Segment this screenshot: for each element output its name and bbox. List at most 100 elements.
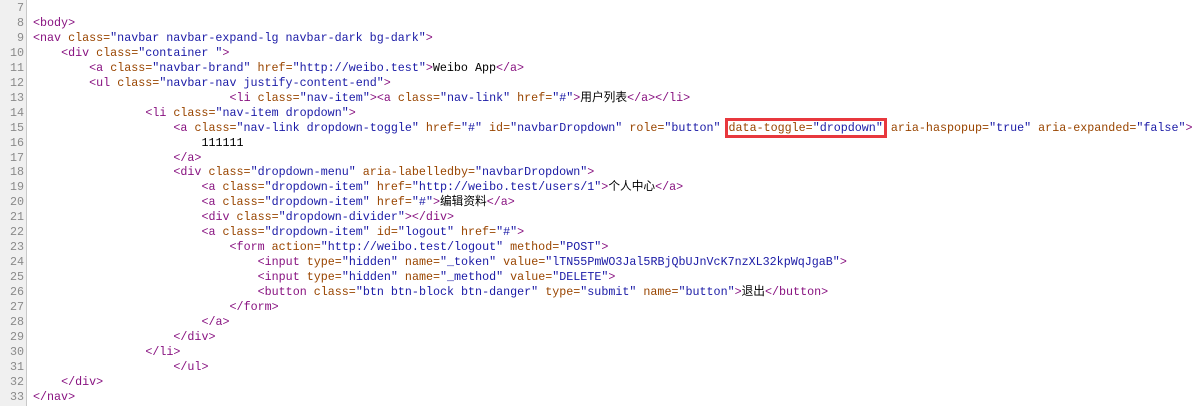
tag-token: </ul> [173,359,209,374]
attribute-token: data-toggle= [728,120,813,135]
tag-token: > [517,225,525,240]
source-line: 26 <button class="btn btn-block btn-dange… [0,285,1200,300]
attribute-token: href= [418,120,461,135]
line-number: 11 [9,60,24,75]
tag-token: <form [229,240,272,255]
attribute-token: class= [194,120,237,135]
source-line: 8 <body> [0,16,1200,31]
value-token: "button" [664,120,721,135]
line-number: 21 [9,210,24,225]
line-content: <form action="http://weibo.test/logout" … [230,240,609,255]
value-token: "http://weibo.test/logout" [320,240,504,255]
line-content: </a> [201,315,229,330]
attribute-token: href= [369,180,412,195]
line-number: 33 [9,389,24,404]
attribute-token: method= [503,240,560,255]
tag-token: </li> [145,344,181,359]
source-line: 23 <form action="http://weibo.test/logout… [0,240,1200,255]
line-content: </form> [230,300,279,315]
tag-token: </div> [61,374,104,389]
tag-token: <nav [33,30,69,45]
value-token: "navbarDropdown" [510,120,623,135]
tag-token: </button> [765,285,829,300]
line-number: 7 [16,1,24,15]
tag-token: <a [173,120,195,135]
line-number: 17 [9,150,24,165]
tag-token: > [222,45,230,60]
value-token: "navbar navbar-expand-lg navbar-dark bg-… [110,30,426,45]
source-line: 25 <input type="hidden" name="_method" va… [0,270,1200,285]
attribute-token: action= [271,240,321,255]
value-token: "http://weibo.test" [292,60,426,75]
source-line: 12 <ul class="navbar-nav justify-content-… [0,76,1200,91]
line-content: </div> [173,330,215,345]
line-content: <div class="container "> [61,46,229,61]
tag-token: > [608,270,616,285]
attribute-token: value= [503,270,553,285]
tag-token: </a></li> [627,90,691,105]
highlight-box: data-toggle="dropdown" [724,117,887,138]
source-line: 20 <a class="dropdown-item" href="#">编辑资料… [0,195,1200,210]
value-token: "#" [411,195,433,210]
line-number: 9 [16,30,24,45]
attribute-token: href= [369,195,412,210]
attribute-token: type= [306,270,342,285]
line-content: <li class="nav-item dropdown"> [145,106,355,121]
source-line: 15 <a class="nav-link dropdown-toggle" hr… [0,117,1200,138]
line-content: <div class="dropdown-menu" aria-labelled… [173,165,594,180]
line-number: 32 [9,374,24,389]
source-line: 14 <li class="nav-item dropdown"> [0,106,1200,121]
line-content: <button class="btn btn-block btn-danger"… [258,285,829,300]
value-token: "dropdown-item" [264,225,370,240]
value-token: "DELETE" [552,270,609,285]
line-content: <body> [33,16,75,31]
tag-token: > [348,105,356,120]
value-token: "logout" [397,225,454,240]
value-token: "hidden" [341,270,398,285]
tag-token: > [587,165,595,180]
line-content: </ul> [173,360,208,375]
line-content: <nav class="navbar navbar-expand-lg navb… [33,31,433,46]
tag-token: > [601,240,609,255]
attribute-token: aria-haspopup= [883,120,990,135]
value-token: "nav-link dropdown-toggle" [236,120,419,135]
line-number: 13 [9,90,24,105]
tag-token: </a> [201,315,230,330]
attribute-token: href= [454,225,497,240]
line-number: 15 [9,120,24,135]
value-token: "_method" [440,270,504,285]
text-token: 编辑资料 [439,195,487,210]
value-token: "#" [496,225,518,240]
tag-token: <button [257,285,314,300]
value-token: "button" [678,285,735,300]
line-number: 19 [9,180,24,195]
attribute-token: name= [397,270,441,285]
tag-token: <body> [33,15,76,30]
attribute-token: type= [306,255,342,270]
line-number: 28 [9,315,24,330]
attribute-token: class= [68,30,111,45]
tag-token: </a> [173,150,202,165]
line-content: 111111 [201,136,243,151]
attribute-token: href= [510,90,553,105]
tag-token: <a [89,60,111,75]
line-number: 8 [16,15,24,30]
source-line: 22 <a class="dropdown-item" id="logout" h… [0,225,1200,240]
line-number: 16 [9,135,24,150]
value-token: "navbar-brand" [152,60,251,75]
source-line: 13 <li class="nav-item"><a class="nav-lin… [0,91,1200,106]
line-number: 12 [9,75,24,90]
line-number: 25 [9,270,24,285]
line-number: 29 [9,329,24,344]
tag-token: <a [201,225,223,240]
tag-token: > [425,30,433,45]
tag-token: > [432,195,440,210]
text-token: 退出 [741,285,765,300]
line-content: </div> [61,375,103,390]
attribute-token: class= [96,45,139,60]
value-token: "lTN55PmWO3Jal5RBjQbUJnVcK7nzXL32kpWqJga… [545,255,840,270]
tag-token: <a [201,180,223,195]
attribute-token: aria-labelledby= [355,165,476,180]
attribute-token: class= [257,90,300,105]
